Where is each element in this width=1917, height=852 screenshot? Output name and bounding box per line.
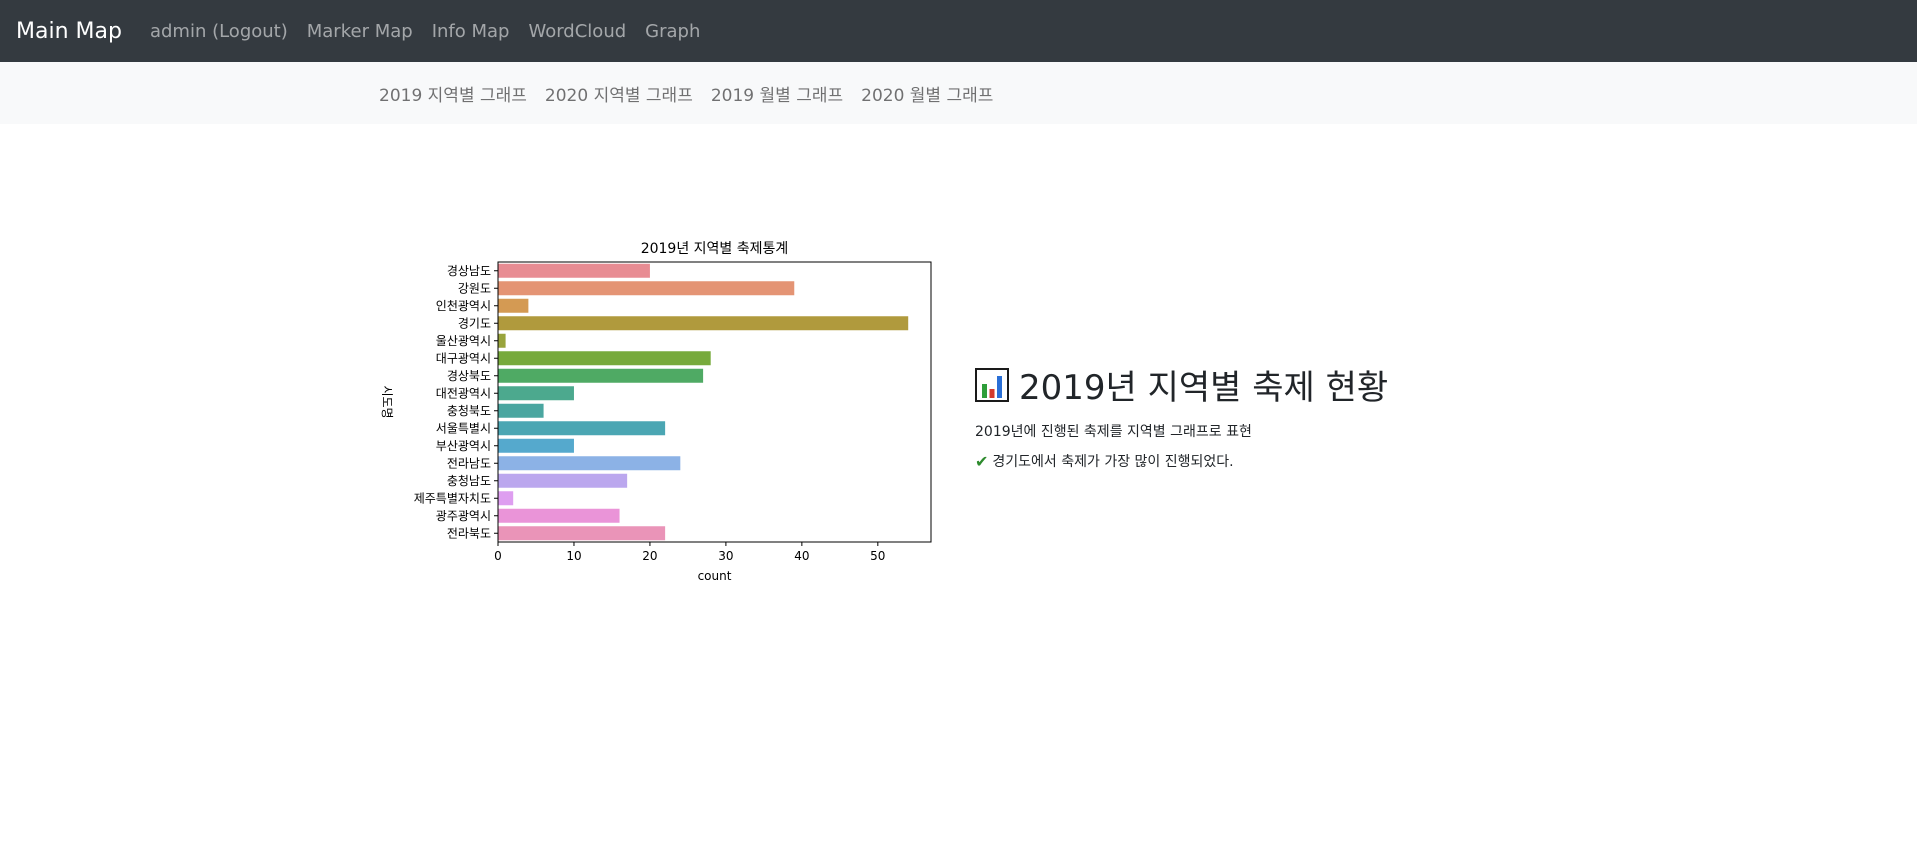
y-tick-label: 대구광역시 bbox=[436, 351, 491, 365]
check-mark-icon: ✔ bbox=[975, 451, 989, 471]
bar-3 bbox=[498, 316, 909, 331]
bar-2 bbox=[498, 298, 529, 313]
bar-13 bbox=[498, 491, 514, 506]
x-tick-label: 10 bbox=[566, 549, 581, 563]
x-tick-label: 20 bbox=[642, 549, 657, 563]
bar-11 bbox=[498, 456, 681, 471]
y-tick-label: 부산광역시 bbox=[436, 439, 491, 453]
y-tick-label: 전라남도 bbox=[447, 456, 491, 470]
brand-main-map-link[interactable]: Main Map bbox=[16, 19, 122, 44]
y-tick-label: 경기도 bbox=[458, 316, 491, 330]
graph-subnav-links: 2019 지역별 그래프 2020 지역별 그래프 2019 월별 그래프 20… bbox=[379, 81, 1011, 106]
nav-wordcloud-link[interactable]: WordCloud bbox=[528, 21, 626, 42]
y-tick-label: 충청북도 bbox=[447, 404, 491, 418]
y-tick-label: 경상남도 bbox=[447, 264, 491, 278]
bar-9 bbox=[498, 421, 666, 436]
x-tick-label: 50 bbox=[870, 549, 885, 563]
chart-y-ticks: 경상남도강원도인천광역시경기도울산광역시대구광역시경상북도대전광역시충청북도서울… bbox=[414, 264, 498, 540]
chart-y-axis-label: 시도명 bbox=[380, 385, 394, 418]
y-tick-label: 경상북도 bbox=[447, 369, 491, 383]
info-heading: 2019년 지역별 축제 현황 bbox=[975, 360, 1535, 409]
chart-title: 2019년 지역별 축제통계 bbox=[641, 241, 789, 257]
y-tick-label: 강원도 bbox=[458, 281, 491, 295]
info-note: ✔ 경기도에서 축제가 가장 많이 진행되었다. bbox=[975, 451, 1535, 471]
bar-15 bbox=[498, 526, 666, 541]
info-note-text: 경기도에서 축제가 가장 많이 진행되었다. bbox=[992, 454, 1234, 470]
y-tick-label: 충청남도 bbox=[447, 474, 491, 488]
bar-10 bbox=[498, 438, 574, 453]
bar-8 bbox=[498, 403, 544, 418]
y-tick-label: 광주광역시 bbox=[436, 509, 491, 523]
region-festival-chart: 2019년 지역별 축제통계 count 시도명 경상남도강원도인천광역시경기도… bbox=[375, 230, 945, 590]
bar-14 bbox=[498, 508, 620, 523]
bar-6 bbox=[498, 368, 704, 383]
nav-graph-link[interactable]: Graph bbox=[645, 21, 700, 42]
subnav-2020-region-graph-link[interactable]: 2020 지역별 그래프 bbox=[545, 81, 693, 106]
x-tick-label: 30 bbox=[718, 549, 733, 563]
chart-x-axis-label: count bbox=[698, 569, 732, 583]
bar-7 bbox=[498, 386, 574, 401]
nav-marker-map-link[interactable]: Marker Map bbox=[307, 21, 413, 42]
bar-1 bbox=[498, 281, 795, 296]
info-panel: 2019년 지역별 축제 현황 2019년에 진행된 축제를 지역별 그래프로 … bbox=[975, 360, 1535, 471]
nav-info-map-link[interactable]: Info Map bbox=[432, 21, 510, 42]
y-tick-label: 대전광역시 bbox=[436, 386, 491, 400]
subnav-2020-month-graph-link[interactable]: 2020 월별 그래프 bbox=[861, 81, 993, 106]
x-tick-label: 40 bbox=[794, 549, 809, 563]
info-description: 2019년에 진행된 축제를 지역별 그래프로 표현 bbox=[975, 424, 1252, 440]
y-tick-label: 전라북도 bbox=[447, 526, 491, 540]
bar-chart-emoji-icon bbox=[975, 367, 1009, 402]
chart-bars bbox=[498, 263, 909, 541]
y-tick-label: 인천광역시 bbox=[436, 298, 491, 313]
subnav-2019-region-graph-link[interactable]: 2019 지역별 그래프 bbox=[379, 81, 527, 106]
chart-plot-frame bbox=[497, 261, 932, 543]
nav-admin-logout-link[interactable]: admin (Logout) bbox=[150, 21, 288, 42]
graph-subnav: 2019 지역별 그래프 2020 지역별 그래프 2019 월별 그래프 20… bbox=[0, 62, 1917, 124]
x-tick-label: 0 bbox=[494, 549, 502, 563]
bar-5 bbox=[498, 351, 711, 366]
subnav-2019-month-graph-link[interactable]: 2019 월별 그래프 bbox=[711, 81, 843, 106]
bar-12 bbox=[498, 473, 628, 488]
top-navbar: Main Map admin (Logout) Marker Map Info … bbox=[0, 0, 1917, 62]
y-tick-label: 울산광역시 bbox=[436, 334, 491, 348]
y-tick-label: 서울특별시 bbox=[436, 421, 491, 435]
y-tick-label: 제주특별자치도 bbox=[414, 491, 491, 505]
chart-x-ticks: 0 10 20 30 40 50 bbox=[494, 542, 885, 563]
info-title: 2019년 지역별 축제 현황 bbox=[1019, 368, 1389, 408]
bar-0 bbox=[498, 263, 650, 278]
chart-svg: 2019년 지역별 축제통계 count 시도명 경상남도강원도인천광역시경기도… bbox=[380, 241, 932, 583]
bar-4 bbox=[498, 333, 506, 348]
